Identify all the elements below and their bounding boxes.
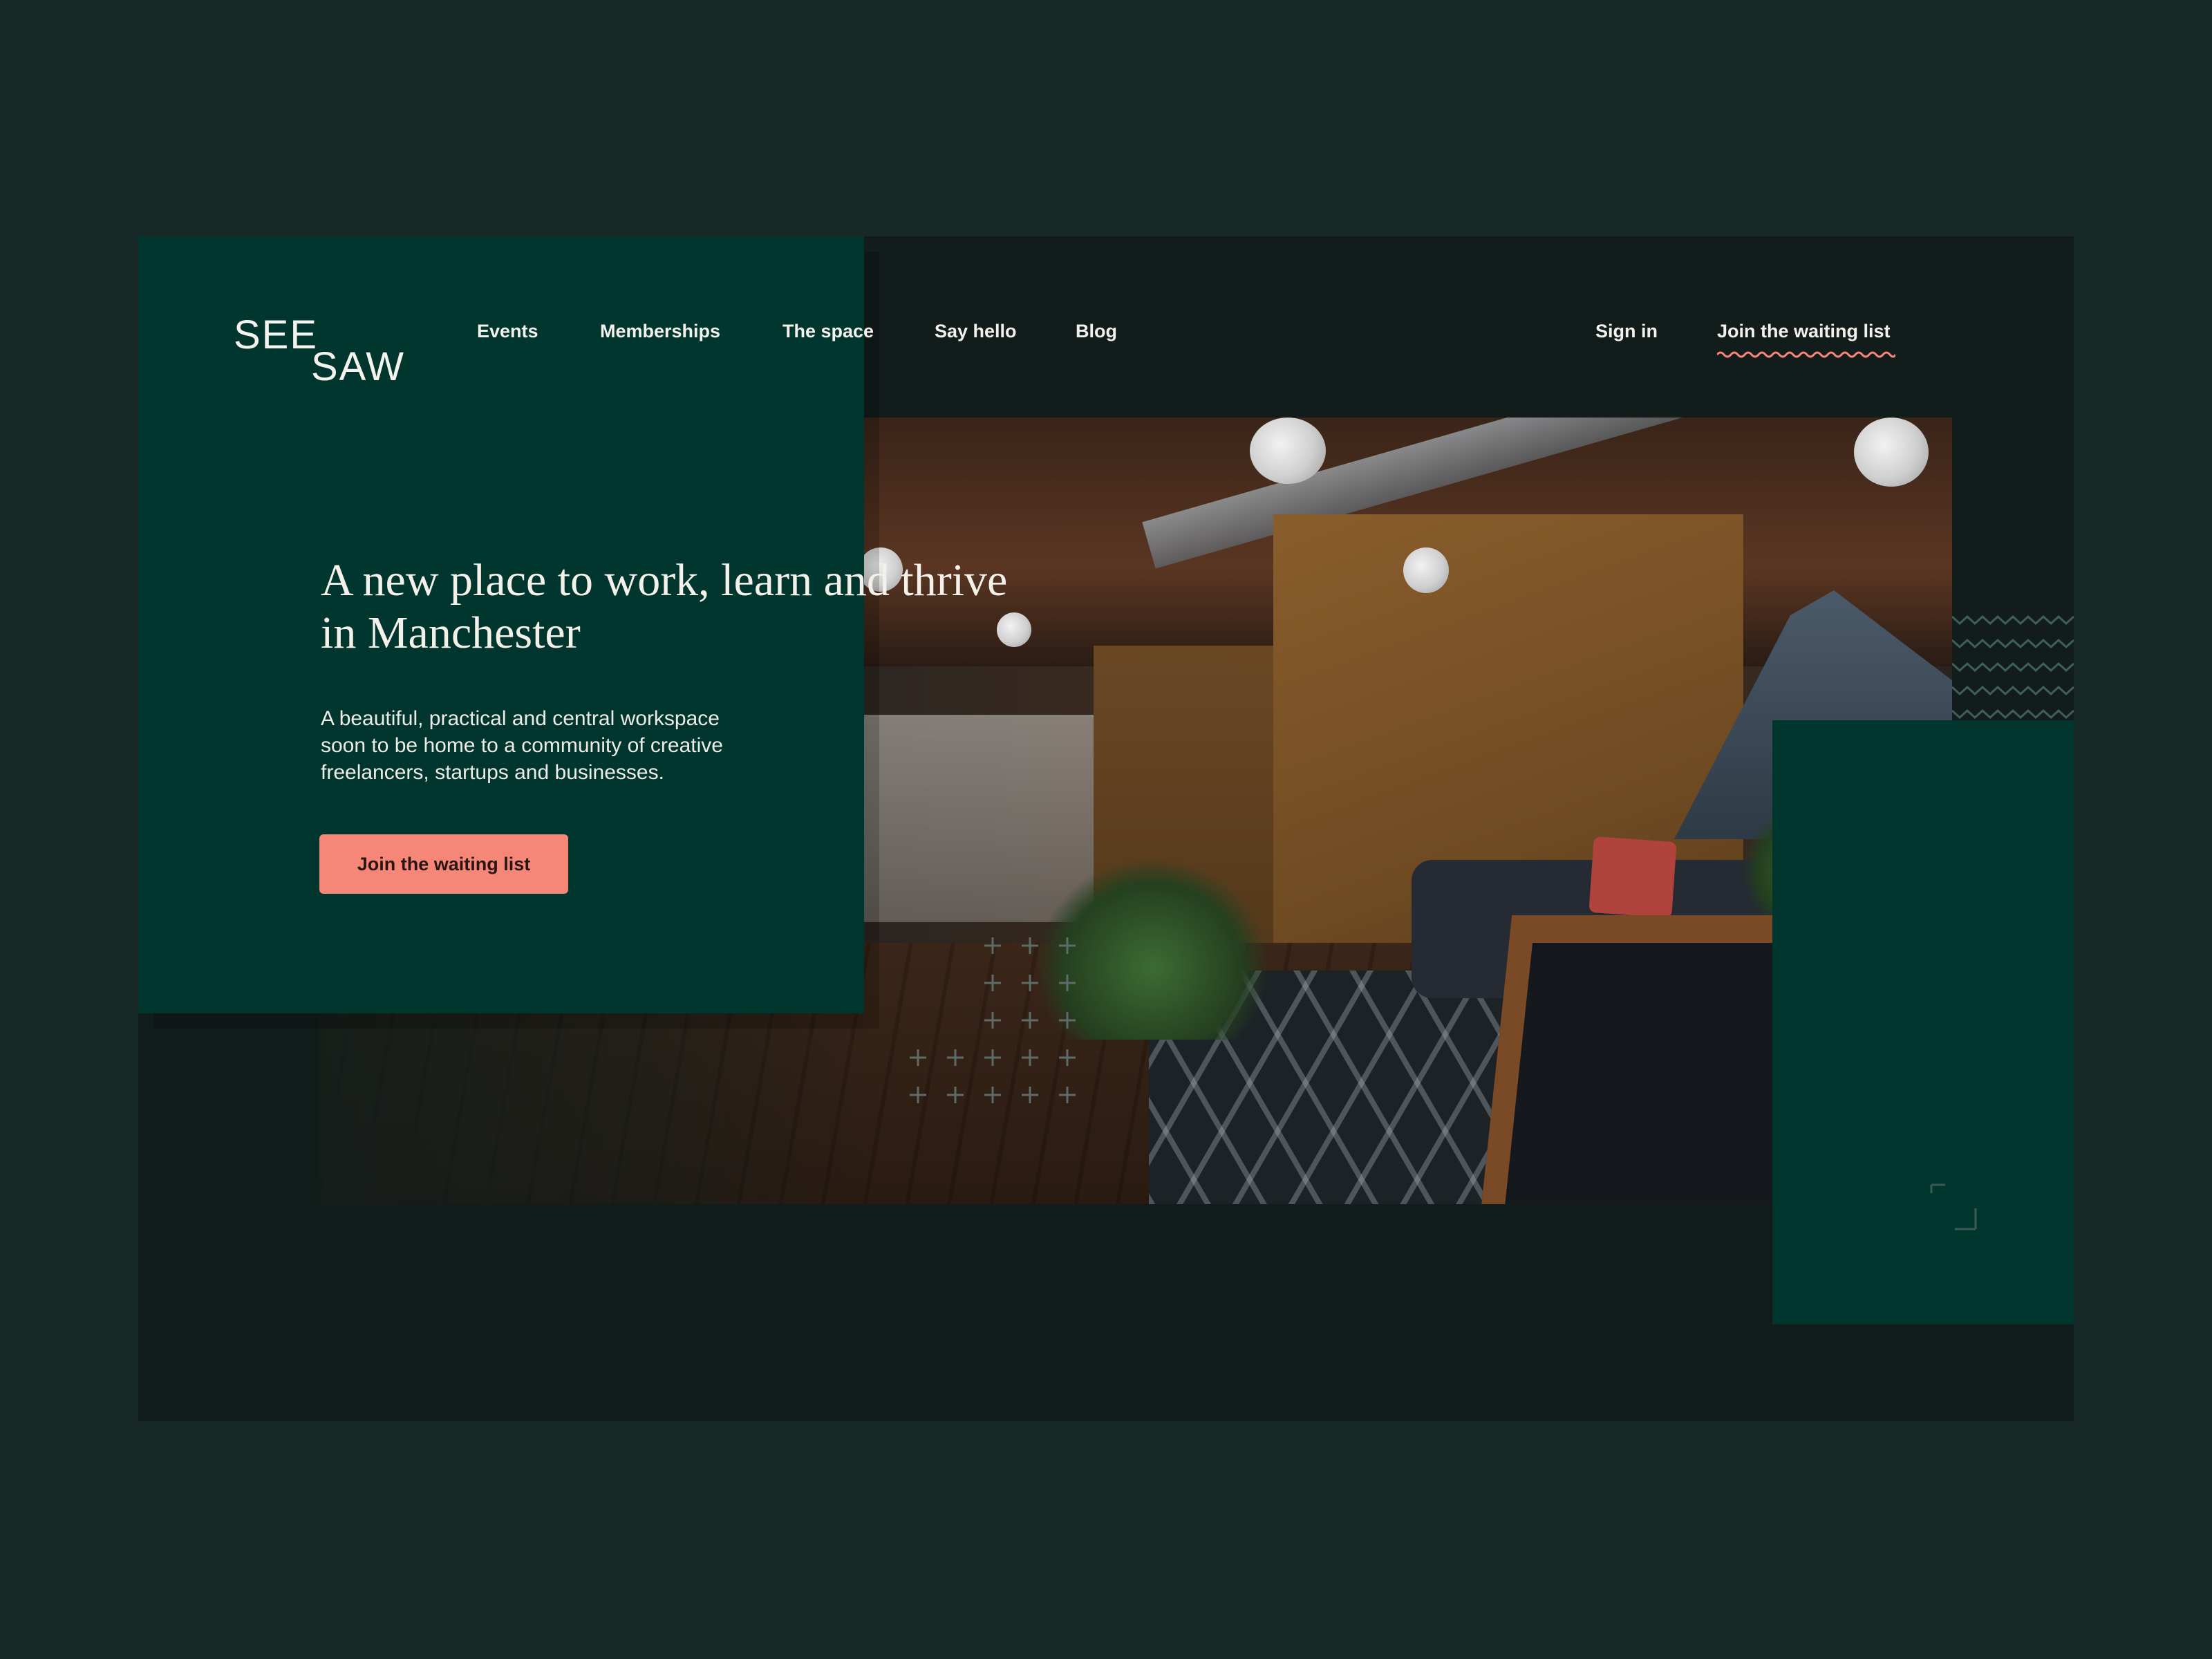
plus-mark	[1022, 937, 1038, 954]
plus-mark	[1022, 1049, 1038, 1066]
nav-item-blog[interactable]: Blog	[1076, 321, 1117, 342]
nav-item-say-hello[interactable]: Say hello	[935, 321, 1017, 342]
plus-mark	[947, 1087, 964, 1103]
plus-mark	[1059, 1012, 1076, 1029]
intro-line-3: freelancers, startups and businesses.	[321, 761, 664, 784]
plus-mark	[1022, 1012, 1038, 1029]
plus-mark	[984, 1012, 1001, 1029]
logo-line-2: SAW	[311, 344, 405, 389]
nav-item-the-space[interactable]: The space	[782, 321, 874, 342]
plus-grid-decoration	[910, 937, 1076, 1103]
plus-mark	[984, 937, 1001, 954]
photo-lamp	[1854, 418, 1929, 487]
plus-mark	[984, 975, 1001, 991]
hero-headline: A new place to work, learn and thrive in…	[321, 554, 1261, 659]
plus-mark	[947, 1049, 964, 1066]
page-frame: SEE SAW Events Memberships The space Say…	[138, 236, 2074, 1421]
header-waitlist-label: Join the waiting list	[1717, 321, 1891, 341]
headline-line-2: in Manchester	[321, 608, 581, 658]
plus-mark	[1059, 1049, 1076, 1066]
plus-mark	[1022, 975, 1038, 991]
plus-mark	[910, 1087, 926, 1103]
plus-mark	[984, 1087, 1001, 1103]
plus-mark	[1059, 1087, 1076, 1103]
plus-mark	[910, 1049, 926, 1066]
nav-item-memberships[interactable]: Memberships	[600, 321, 720, 342]
join-waitlist-button[interactable]: Join the waiting list	[319, 834, 568, 894]
plus-mark	[1059, 975, 1076, 991]
photo-pillow	[1588, 836, 1677, 919]
logo-line-1: SEE	[234, 312, 319, 357]
zigzag-decoration	[1952, 615, 2074, 720]
corner-bracket-decoration	[1930, 1183, 1977, 1230]
headline-line-1: A new place to work, learn and thrive	[321, 555, 1008, 606]
plus-mark	[1059, 937, 1076, 954]
intro-line-2: soon to be home to a community of creati…	[321, 734, 723, 757]
nav-item-events[interactable]: Events	[477, 321, 538, 342]
seesaw-logo[interactable]: SEE SAW	[234, 315, 413, 391]
photo-lamp	[1403, 547, 1449, 593]
header-waitlist-link[interactable]: Join the waiting list	[1717, 321, 1895, 358]
sign-in-link[interactable]: Sign in	[1595, 321, 1658, 342]
side-panel	[1772, 720, 2074, 1324]
photo-lamp	[1250, 418, 1326, 484]
hero-intro: A beautiful, practical and central works…	[321, 705, 798, 786]
plus-mark	[1022, 1087, 1038, 1103]
intro-line-1: A beautiful, practical and central works…	[321, 707, 720, 730]
plus-mark	[984, 1049, 1001, 1066]
squiggle-underline	[1717, 351, 1895, 358]
